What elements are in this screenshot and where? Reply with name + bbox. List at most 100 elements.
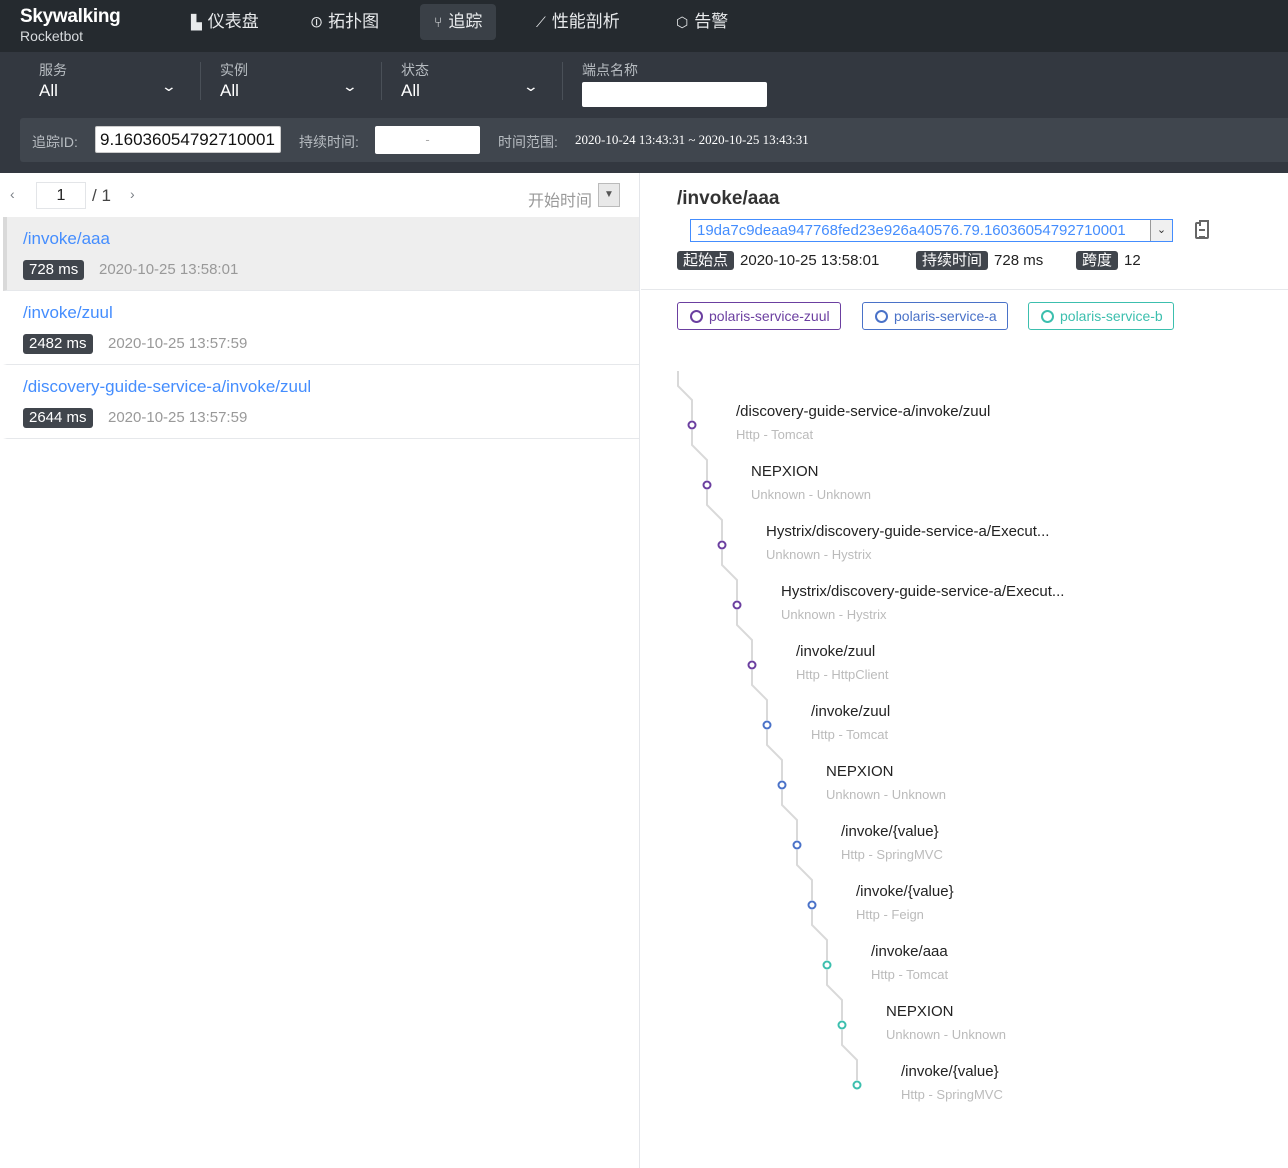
span-node-dot[interactable] [837, 1020, 847, 1030]
span-name: /invoke/{value} [901, 1063, 999, 1080]
nav-item-label: 追踪 [448, 12, 483, 31]
trace-endpoint[interactable]: /invoke/zuul [23, 303, 113, 323]
span-component: Unknown - Unknown [826, 787, 946, 802]
span-name: Hystrix/discovery-guide-service-a/Execut… [766, 523, 1050, 540]
service-select[interactable]: 服务 All ⌄ [39, 62, 179, 102]
page-input[interactable]: 1 [36, 182, 86, 209]
nav-item-alarm[interactable]: ⬡ 告警 [662, 4, 742, 40]
span-node-dot[interactable] [732, 600, 742, 610]
filter-bar: 服务 All ⌄ 实例 All ⌄ 状态 All ⌄ 端点名称 追踪ID: 9.… [0, 52, 1288, 173]
instance-select-value: All [220, 81, 239, 100]
span-node-dot[interactable] [747, 660, 757, 670]
endpoint-input[interactable] [582, 82, 767, 107]
span-node[interactable]: /invoke/{value} Http - Feign [856, 883, 954, 924]
span-node[interactable]: /discovery-guide-service-a/invoke/zuul Ht… [736, 403, 990, 444]
span-node[interactable]: NEPXION Unknown - Unknown [886, 1003, 1006, 1044]
span-connector [841, 1030, 858, 1080]
instance-select-label: 实例 [220, 62, 248, 78]
brand-subtitle: Rocketbot [20, 28, 84, 44]
nav-item-trace[interactable]: ⑂ 追踪 [420, 4, 497, 40]
span-name: /invoke/{value} [841, 823, 939, 840]
trace-list-item[interactable]: /invoke/aaa 728 ms 2020-10-25 13:58:01 [3, 217, 639, 291]
status-select[interactable]: 状态 All ⌄ [401, 62, 541, 102]
span-name: Hystrix/discovery-guide-service-a/Execut… [781, 583, 1065, 600]
span-connector [796, 850, 813, 900]
nav-item-label: 性能剖析 [551, 12, 620, 31]
span-node[interactable]: NEPXION Unknown - Unknown [826, 763, 946, 804]
span-node[interactable]: Hystrix/discovery-guide-service-a/Execut… [781, 583, 1064, 624]
span-node[interactable]: Hystrix/discovery-guide-service-a/Execut… [766, 523, 1049, 564]
nav-item-label: 告警 [694, 12, 729, 31]
nav-item-label: 仪表盘 [207, 12, 259, 31]
span-node[interactable]: /invoke/zuul Http - Tomcat [811, 703, 890, 744]
pagination: ‹ 1 / 1 › 开始时间 ▼ [0, 173, 639, 217]
span-name: /invoke/{value} [856, 883, 954, 900]
span-node[interactable]: NEPXION Unknown - Unknown [751, 463, 871, 504]
service-select-label: 服务 [39, 62, 67, 78]
span-name: NEPXION [826, 763, 894, 780]
span-component: Http - Tomcat [736, 427, 814, 442]
trace-id-input[interactable]: 9.16036054792710001 [95, 126, 281, 153]
span-node-dot[interactable] [717, 540, 727, 550]
span-node[interactable]: /invoke/zuul Http - HttpClient [796, 643, 888, 684]
trace-endpoint[interactable]: /discovery-guide-service-a/invoke/zuul [23, 377, 311, 397]
time-range-value[interactable]: 2020-10-24 13:43:31 ~ 2020-10-25 13:43:3… [575, 132, 809, 148]
span-name: NEPXION [751, 463, 819, 480]
duration-label: 持续时间: [299, 134, 359, 150]
trace-endpoint[interactable]: /invoke/aaa [23, 229, 110, 249]
span-connector [781, 790, 798, 840]
trace-start-time: 2020-10-25 13:58:01 [99, 261, 239, 278]
span-component: Unknown - Unknown [886, 1027, 1006, 1042]
trace-list-item[interactable]: /discovery-guide-service-a/invoke/zuul 2… [3, 365, 639, 439]
duration-input[interactable]: - [375, 126, 480, 154]
span-node[interactable]: /invoke/{value} Http - SpringMVC [901, 1063, 1003, 1104]
span-node-dot[interactable] [822, 960, 832, 970]
span-connector [706, 490, 723, 540]
nav-item-label: 拓扑图 [328, 12, 380, 31]
span-node-dot[interactable] [702, 480, 712, 490]
span-node-dot[interactable] [807, 900, 817, 910]
instance-select[interactable]: 实例 All ⌄ [220, 62, 360, 102]
top-nav: Skywalking Rocketbot ▙ 仪表盘 ⏼ 拓扑图 ⑂ 追踪 ⟋ … [0, 0, 1288, 52]
span-component: Http - SpringMVC [841, 847, 943, 862]
divider [381, 62, 382, 100]
endpoint-label: 端点名称 [582, 62, 638, 78]
page-total: / 1 [92, 186, 111, 205]
span-connector [736, 610, 753, 660]
span-node-dot[interactable] [792, 840, 802, 850]
time-range-label: 时间范围: [498, 134, 558, 150]
trace-start-time: 2020-10-25 13:57:59 [108, 335, 248, 352]
span-component: Http - HttpClient [796, 667, 889, 682]
span-connector [721, 550, 738, 600]
span-node-dot[interactable] [687, 420, 697, 430]
sort-dropdown-button[interactable]: ▼ [598, 183, 620, 207]
nav-item-profile[interactable]: ⟋ 性能剖析 [522, 4, 634, 40]
trace-start-time: 2020-10-25 13:57:59 [108, 409, 248, 426]
span-node-dot[interactable] [762, 720, 772, 730]
duration-badge: 2644 ms [23, 408, 93, 428]
status-select-label: 状态 [401, 62, 429, 78]
span-connector [691, 430, 708, 480]
next-page-icon[interactable]: › [130, 186, 135, 202]
span-connector [766, 730, 783, 780]
span-connector [677, 371, 693, 420]
span-name: /invoke/zuul [811, 703, 891, 720]
span-component: Unknown - Unknown [751, 487, 871, 502]
span-component: Http - Tomcat [871, 967, 949, 982]
span-node[interactable]: /invoke/{value} Http - SpringMVC [841, 823, 943, 864]
span-connector [751, 670, 768, 720]
span-node-dot[interactable] [852, 1080, 862, 1090]
nav-item-topology[interactable]: ⏼ 拓扑图 [297, 4, 393, 40]
span-component: Http - Tomcat [811, 727, 889, 742]
trace-list-panel: ‹ 1 / 1 › 开始时间 ▼ /invoke/aaa 728 ms 2020… [0, 173, 640, 1168]
nav-item-dashboard[interactable]: ▙ 仪表盘 [177, 4, 273, 40]
span-component: Unknown - Hystrix [766, 547, 872, 562]
trace-list-item[interactable]: /invoke/zuul 2482 ms 2020-10-25 13:57:59 [3, 291, 639, 365]
span-node-dot[interactable] [777, 780, 787, 790]
profile-icon: ⟋ [536, 14, 546, 30]
prev-page-icon[interactable]: ‹ [10, 186, 15, 202]
trace-filter-bar: 追踪ID: 9.16036054792710001 持续时间: - 时间范围: … [20, 118, 1288, 162]
span-component: Http - Feign [856, 907, 924, 922]
duration-badge: 728 ms [23, 260, 85, 280]
span-node[interactable]: /invoke/aaa Http - Tomcat [871, 943, 948, 984]
